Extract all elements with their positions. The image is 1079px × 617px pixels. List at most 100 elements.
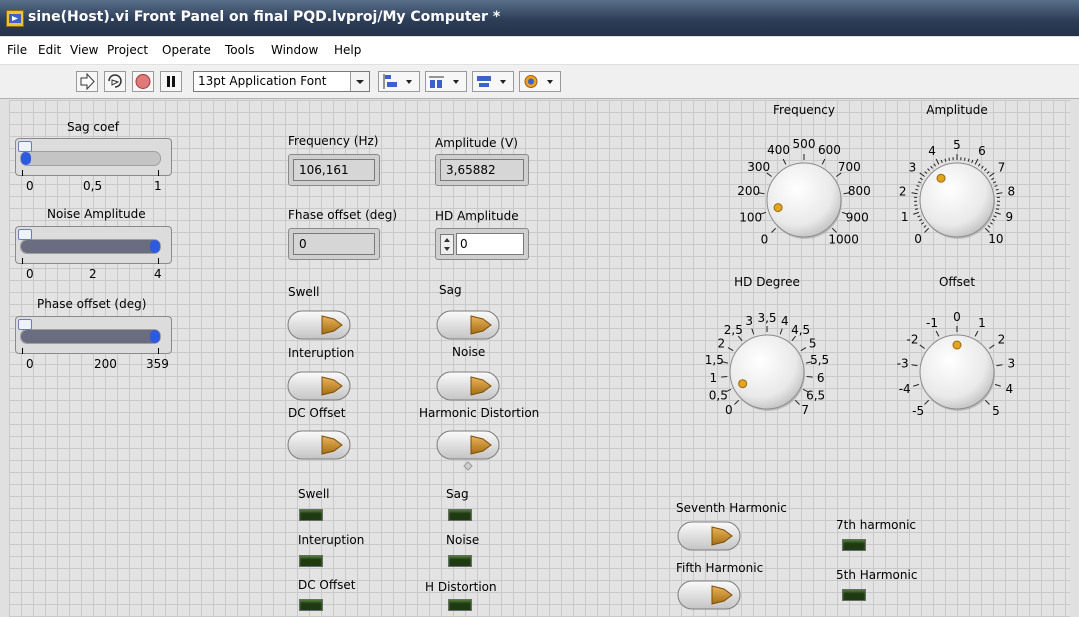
amplitude-minor-tick <box>995 208 1000 210</box>
frequency-tick-label: 200 <box>737 184 760 198</box>
offset-tick-label: 0 <box>953 310 961 324</box>
hd-degree-tick-label: 5 <box>809 336 817 350</box>
amplitude-tick-label: 3 <box>909 161 917 175</box>
run-continuously-button[interactable] <box>104 71 126 92</box>
offset-major-tick <box>935 330 940 337</box>
amplitude-knob-label: Amplitude <box>926 103 988 117</box>
amplitude-minor-tick <box>948 157 950 161</box>
abort-button[interactable] <box>132 71 154 92</box>
frequency-tick-label: 600 <box>818 143 841 157</box>
amplitude-minor-tick <box>992 181 997 184</box>
menu-tools[interactable]: Tools <box>225 43 255 57</box>
offset-tick-label: 5 <box>992 404 1000 418</box>
front-panel: Sag coef 0 0,5 1 Noise Amplitude 0 2 4 P… <box>9 100 1070 617</box>
offset-tick-label: 4 <box>1005 382 1013 396</box>
hd-degree-knob[interactable] <box>729 334 805 410</box>
frequency-tick-label: 700 <box>838 160 861 174</box>
offset-major-tick <box>984 399 990 405</box>
hd-degree-major-tick <box>806 375 813 378</box>
offset-tick-label: 1 <box>978 316 986 330</box>
hd-degree-knob-label: HD Degree <box>734 275 800 289</box>
amplitude-tick-label: 5 <box>953 138 961 152</box>
menu-file[interactable]: File <box>7 43 27 57</box>
amplitude-tick-label: 7 <box>998 161 1006 175</box>
amplitude-minor-tick <box>967 158 970 162</box>
amplitude-minor-tick <box>984 168 987 172</box>
amplitude-minor-tick <box>927 168 930 172</box>
distribute-icon <box>429 76 459 88</box>
resize-objects-button[interactable] <box>472 71 514 92</box>
hd-degree-tick-label: 6 <box>817 371 825 385</box>
menu-operate[interactable]: Operate <box>162 43 211 57</box>
amplitude-minor-tick <box>986 171 990 174</box>
pause-button[interactable] <box>160 71 182 92</box>
amplitude-tick-label: 4 <box>928 144 936 158</box>
amplitude-tick-label: 0 <box>914 232 922 246</box>
menu-window[interactable]: Window <box>271 43 318 57</box>
align-objects-button[interactable] <box>378 71 420 92</box>
offset-major-tick <box>989 344 995 349</box>
amplitude-minor-tick <box>919 218 923 222</box>
amplitude-minor-tick <box>994 184 998 187</box>
offset-major-tick <box>913 383 920 387</box>
hd-degree-tick-label: 5,5 <box>810 353 829 367</box>
amplitude-minor-tick <box>914 208 919 210</box>
hd-degree-major-tick <box>734 399 740 405</box>
amplitude-knob-indicator-dot <box>936 173 946 183</box>
amplitude-minor-tick <box>923 225 927 228</box>
hd-degree-tick-label: 2,5 <box>724 323 743 337</box>
knobs-layer: Frequency0100200300400 500 600700800900100… <box>705 103 1015 418</box>
reorder-icon <box>524 75 553 88</box>
amplitude-tick-label: 2 <box>899 184 907 198</box>
offset-tick-label: -3 <box>897 356 909 370</box>
chevron-down-icon <box>350 72 369 91</box>
frequency-tick-label: 800 <box>848 184 871 198</box>
amplitude-minor-tick <box>933 163 936 167</box>
labview-vi-icon <box>6 10 24 27</box>
amplitude-minor-tick <box>981 165 984 169</box>
amplitude-minor-tick <box>917 181 922 184</box>
amplitude-major-tick <box>989 172 995 177</box>
frequency-major-tick <box>771 227 777 233</box>
amplitude-minor-tick <box>940 159 943 163</box>
frequency-major-tick <box>821 158 826 165</box>
amplitude-knob[interactable] <box>919 162 995 238</box>
run-continuously-icon <box>108 74 122 88</box>
hd-degree-major-tick <box>800 347 807 352</box>
offset-major-tick <box>996 364 1003 367</box>
distribute-objects-button[interactable] <box>425 71 467 92</box>
amplitude-minor-tick <box>915 188 919 191</box>
offset-tick-label: -4 <box>899 382 911 396</box>
amplitude-minor-tick <box>989 222 993 225</box>
hd-degree-major-tick <box>794 399 800 405</box>
offset-major-tick <box>974 330 979 337</box>
amplitude-tick-label: 1 <box>901 210 909 224</box>
hd-degree-tick-label: 7 <box>801 403 809 417</box>
amplitude-minor-tick <box>991 218 995 222</box>
hd-degree-major-tick <box>727 347 734 352</box>
offset-major-tick <box>911 364 918 367</box>
amplitude-minor-tick <box>924 171 928 174</box>
font-selector-value: 13pt Application Font <box>198 74 327 88</box>
offset-tick-label: -2 <box>907 333 919 347</box>
hd-degree-tick-label: 3,5 <box>757 311 776 325</box>
hd-degree-tick-label: 0 <box>725 403 733 417</box>
align-icon <box>383 74 412 89</box>
run-button[interactable] <box>76 71 98 92</box>
hd-degree-major-tick <box>751 328 755 335</box>
menu-edit[interactable]: Edit <box>38 43 61 57</box>
frequency-tick-label: 300 <box>747 160 770 174</box>
amplitude-tick-label: 10 <box>988 232 1003 246</box>
menu-view[interactable]: View <box>70 43 98 57</box>
amplitude-minor-tick <box>993 215 997 218</box>
hd-degree-knob-indicator-dot <box>738 379 748 389</box>
reorder-button[interactable] <box>519 71 561 92</box>
menu-help[interactable]: Help <box>334 43 361 57</box>
frequency-knob[interactable] <box>766 162 842 238</box>
menu-project[interactable]: Project <box>107 43 148 57</box>
font-selector[interactable]: 13pt Application Font <box>193 71 370 92</box>
offset-major-tick <box>919 344 925 349</box>
amplitude-major-tick <box>919 172 925 177</box>
amplitude-minor-tick <box>919 177 923 181</box>
window-title: sine(Host).vi Front Panel on final PQD.l… <box>28 9 501 25</box>
